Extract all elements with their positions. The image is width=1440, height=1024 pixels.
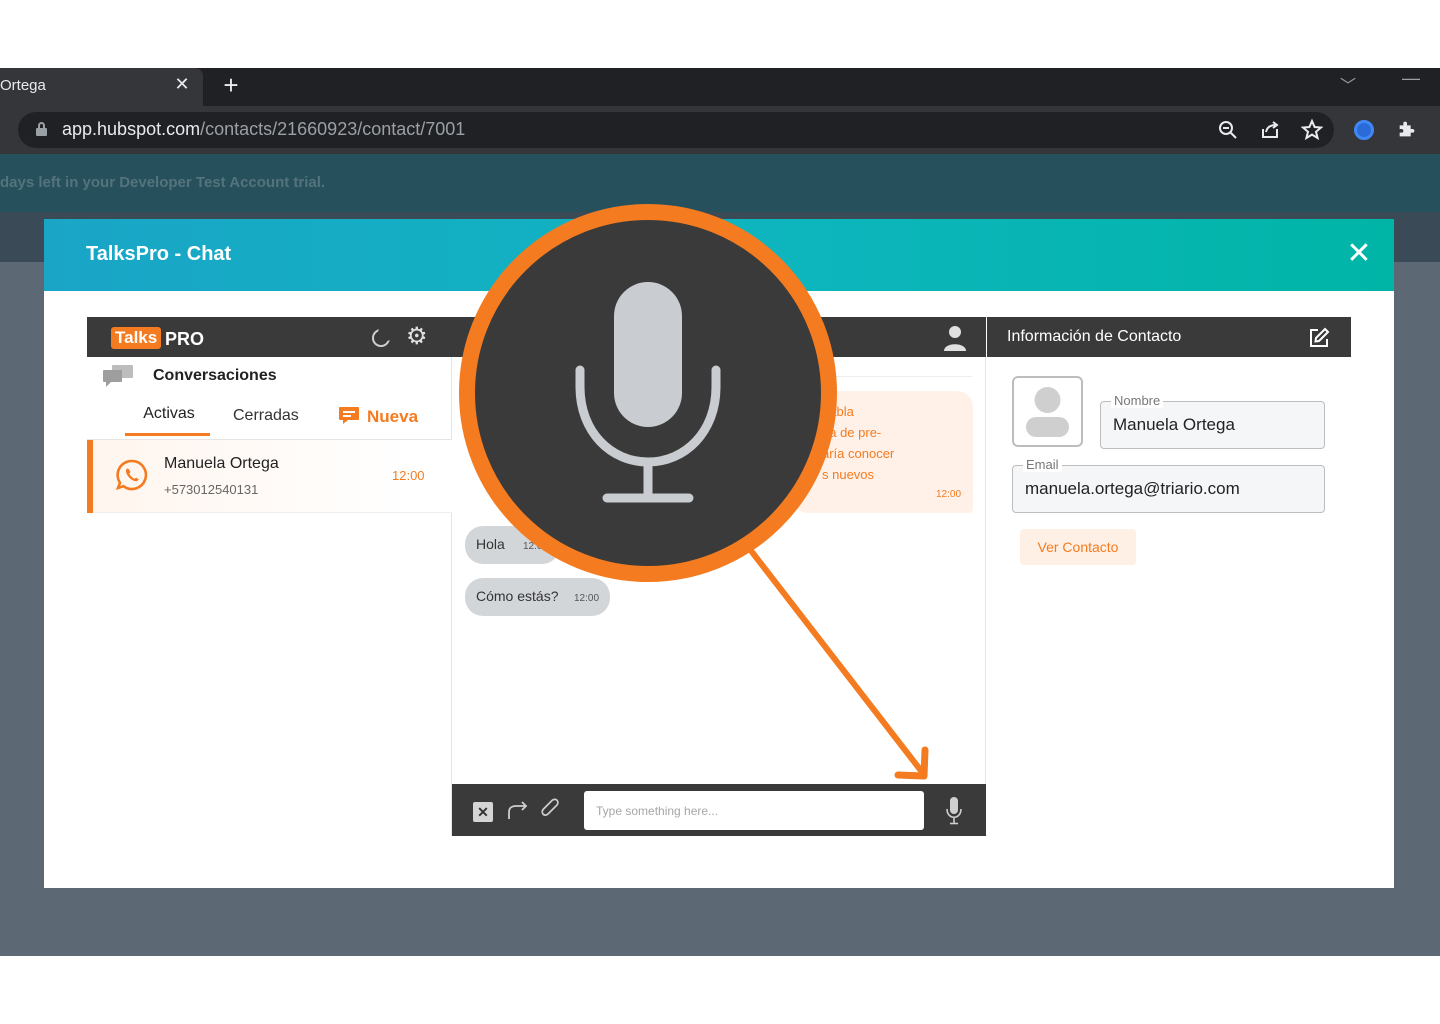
contact-info-title: Información de Contacto (1007, 328, 1182, 345)
conversations-panel: Talks PRO ⚙ Conversaciones Activas Cerra… (87, 317, 452, 836)
conversation-time: 12:00 (392, 468, 425, 483)
url-path: /contacts/21660923/contact/7001 (200, 119, 466, 139)
tab-cerradas[interactable]: Cerradas (233, 407, 299, 425)
active-tab-indicator (125, 433, 210, 436)
conversation-item[interactable]: Manuela Ortega +573012540131 12:00 (87, 440, 452, 513)
url-host: app.hubspot.com (62, 119, 201, 139)
user-icon[interactable] (944, 325, 966, 351)
message-composer: ✕ (452, 784, 986, 836)
browser-tab-title: Ortega (0, 77, 46, 94)
discard-icon[interactable]: ✕ (473, 802, 493, 822)
attachment-clip-icon[interactable] (540, 798, 562, 822)
selected-indicator (87, 440, 93, 513)
tab-activas[interactable]: Activas (127, 405, 211, 435)
url-text[interactable]: app.hubspot.com/contacts/21660923/contac… (62, 119, 465, 140)
tab-nueva[interactable]: Nueva (367, 407, 418, 427)
microphone-highlight-circle (459, 204, 837, 582)
contact-info-panel: Información de Contacto Nombre Manuela O… (987, 317, 1351, 836)
trial-banner: days left in your Developer Test Account… (0, 154, 1440, 212)
conversation-phone: +573012540131 (164, 482, 259, 497)
microphone-large-icon (575, 282, 721, 503)
trial-banner-text: days left in your Developer Test Account… (0, 174, 326, 191)
conversations-title: Conversaciones (153, 367, 277, 384)
email-field[interactable]: Email manuela.ortega@triario.com (1012, 457, 1325, 513)
incoming-message-text: Hola (476, 536, 505, 552)
outgoing-message-time: 12:00 (936, 489, 962, 500)
bookmark-star-icon[interactable] (1300, 118, 1324, 142)
browser-tab-bar: Ortega ✕ + ﹀ — (0, 68, 1440, 106)
modal-close-icon[interactable]: ✕ (1344, 239, 1374, 269)
browser-tab[interactable]: Ortega ✕ (0, 68, 203, 106)
window-minimize-icon[interactable]: — (1402, 68, 1420, 89)
settings-gear-icon[interactable]: ⚙ (406, 325, 428, 349)
name-field-value: Manuela Ortega (1113, 415, 1235, 434)
brand-logo-pro: PRO (165, 329, 205, 349)
avatar-user-icon (1026, 387, 1069, 437)
incoming-message-time: 12:00 (574, 593, 600, 604)
name-field[interactable]: Nombre Manuela Ortega (1100, 393, 1325, 449)
new-chat-icon[interactable] (339, 407, 359, 424)
outgoing-message-text: habla ea de pre- aría conocer s nuevos (822, 404, 895, 482)
tab-search-chevron-icon[interactable]: ﹀ (1340, 72, 1356, 96)
browser-toolbar: app.hubspot.com/contacts/21660923/contac… (0, 106, 1440, 154)
zoom-icon[interactable] (1216, 118, 1240, 142)
dark-mode-moon-icon[interactable] (372, 325, 394, 347)
extension-icon[interactable] (1354, 120, 1374, 140)
name-field-label: Nombre (1111, 393, 1164, 408)
contact-info-header: Información de Contacto (987, 317, 1351, 357)
avatar (1012, 376, 1083, 447)
new-tab-button[interactable]: + (219, 70, 243, 101)
modal-title: TalksPro - Chat (86, 243, 232, 265)
forward-icon[interactable] (506, 798, 530, 822)
incoming-message: Cómo estás? 12:00 (465, 578, 610, 616)
brand-logo-talks: Talks (111, 327, 162, 349)
extensions-puzzle-icon[interactable] (1396, 118, 1418, 140)
edit-icon[interactable] (1308, 327, 1330, 349)
whatsapp-icon (115, 459, 148, 491)
view-contact-button[interactable]: Ver Contacto (1020, 529, 1136, 565)
email-field-value: manuela.ortega@triario.com (1025, 479, 1240, 498)
tab-close-icon[interactable]: ✕ (172, 74, 192, 98)
conversation-contact-name: Manuela Ortega (164, 455, 279, 472)
email-field-label: Email (1023, 457, 1062, 472)
message-input[interactable] (584, 791, 924, 830)
conversations-header: Talks PRO ⚙ (87, 317, 452, 357)
conversations-icon (103, 365, 133, 387)
share-icon[interactable] (1258, 118, 1282, 142)
address-bar[interactable]: app.hubspot.com/contacts/21660923/contac… (18, 112, 1334, 148)
incoming-message-text: Cómo estás? (476, 588, 559, 604)
microphone-icon[interactable] (944, 796, 964, 826)
lock-icon[interactable] (36, 122, 47, 136)
